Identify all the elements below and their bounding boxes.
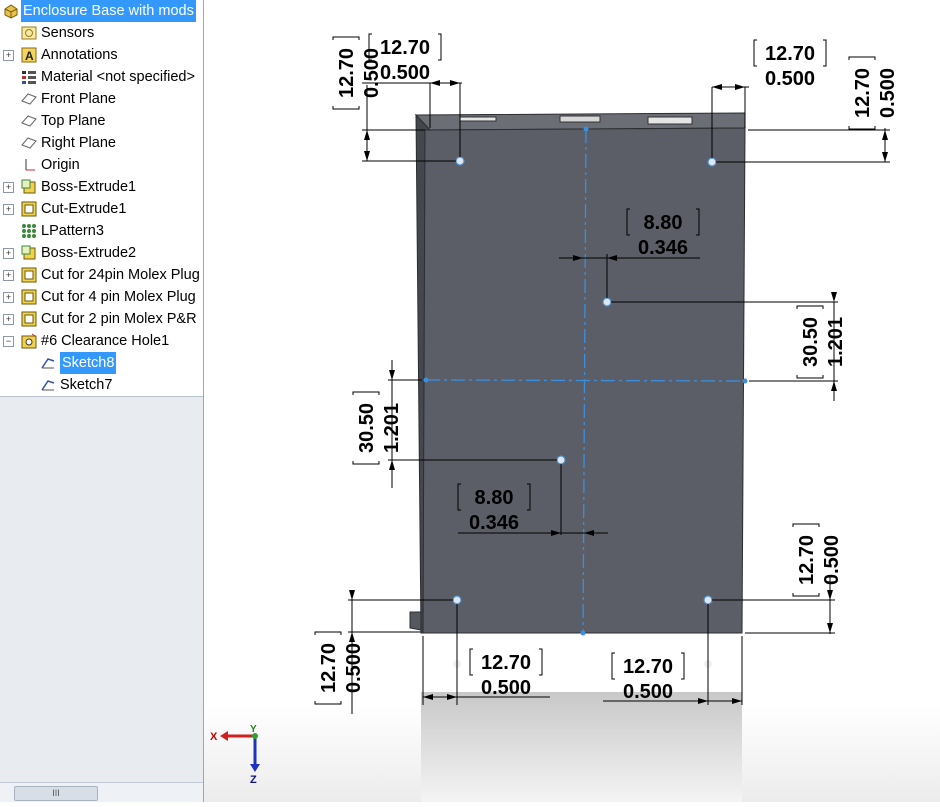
feature-manager-tree: Enclosure Base with mods Sensors + A Annota… (0, 0, 204, 802)
triad-y-label: Y (250, 724, 257, 735)
tree-item-label: Cut for 4 pin Molex Plug (41, 289, 196, 305)
dimension-d7[interactable]: 30.50 1.201 (352, 391, 403, 465)
cut-extrude-icon (21, 289, 37, 305)
plane-icon (21, 113, 37, 129)
tree-item-label: LPattern3 (41, 223, 104, 239)
tree-item-label: Annotations (41, 47, 118, 63)
cad-drawing: 12.70 0.50012.700.50012.700.500 12.70 0.500… (314, 33, 899, 802)
svg-text:A: A (25, 49, 34, 63)
dimension-mm-value: 12.70 (481, 652, 531, 674)
hole-upper-center (602, 297, 612, 307)
sketch-icon (40, 355, 56, 371)
tree-item-label: Origin (41, 157, 80, 173)
dimension-mm-value: 30.50 (800, 317, 822, 367)
dimension-inch-value: 1.201 (381, 403, 403, 453)
material-icon (21, 69, 37, 85)
collapse-toggle-icon[interactable]: − (3, 336, 14, 347)
tree-item-label: Sensors (41, 25, 95, 41)
dimension-mm-value: 12.70 (623, 656, 673, 678)
horizontal-scrollbar[interactable]: III (0, 782, 203, 802)
tree-item-label: Right Plane (41, 135, 116, 151)
expand-toggle-icon[interactable]: + (3, 204, 14, 215)
dimension-inch-value: 0.500 (765, 68, 815, 90)
expand-toggle-icon[interactable]: + (3, 292, 14, 303)
sensors-icon (21, 25, 37, 41)
cut-extrude-icon (21, 201, 37, 217)
dimension-d11[interactable]: 12.70 0.500 (469, 648, 543, 699)
triad-z-label: Z (250, 774, 257, 786)
dimension-inch-value: 0.346 (638, 237, 688, 259)
tree-root-label: Enclosure Base with mods (21, 0, 196, 22)
tree-item-label: Sketch8 (60, 352, 117, 374)
dimension-inch-value: 0.346 (469, 512, 519, 534)
dimension-mm-value: 8.80 (475, 487, 514, 509)
dimension-inch-value: 1.201 (825, 317, 847, 367)
linear-pattern-icon (21, 223, 37, 239)
dimension-mm-value: 12.70 (336, 48, 358, 98)
tree-item-label: Boss-Extrude1 (41, 179, 137, 195)
cut-extrude-icon (21, 267, 37, 283)
dimension-mm-value: 30.50 (356, 403, 378, 453)
dimension-d9[interactable]: 12.70 0.500 (792, 523, 843, 597)
part-icon (3, 3, 19, 19)
boss-extrude-icon (21, 245, 37, 261)
tree-empty-area (0, 396, 203, 802)
enclosure-part[interactable] (409, 112, 746, 634)
hole-wizard-icon (21, 333, 37, 349)
hole-top-left (455, 156, 465, 166)
dimension-d1[interactable]: 12.70 0.500 (332, 36, 383, 110)
plane-icon (21, 135, 37, 151)
plane-icon (21, 91, 37, 107)
dimension-inch-value: 0.500 (481, 677, 531, 699)
cut-extrude-icon (21, 311, 37, 327)
dimension-inch-value: 0.500 (821, 535, 843, 585)
tree-item-label: Sketch7 (60, 377, 113, 393)
dimension-inch-value: 0.500 (343, 643, 365, 693)
tree-item-label: Cut for 2 pin Molex P&R (41, 311, 197, 327)
dimension-mm-value: 8.80 (644, 212, 683, 234)
expand-toggle-icon[interactable]: + (3, 182, 14, 193)
coordinate-triad: X Y Z (210, 724, 260, 786)
hole-lower-center (556, 455, 566, 465)
graphics-area[interactable]: 12.70 0.500 12.70 0.500 12.70 0.500 12.70 0.500… (204, 0, 940, 802)
tree-item-label: Cut-Extrude1 (41, 201, 127, 217)
hole-bottom-left (452, 595, 462, 605)
annotations-icon: A (21, 47, 37, 63)
dimension-mm-value: 12.70 (796, 535, 818, 585)
boss-extrude-icon (21, 179, 37, 195)
origin-icon (21, 157, 37, 173)
tree-item-label: Top Plane (41, 113, 106, 129)
dimension-inch-value: 0.500 (380, 62, 430, 84)
expand-toggle-icon[interactable]: + (3, 314, 14, 325)
sketch-icon (40, 377, 56, 393)
dimension-d3[interactable]: 12.70 0.500 (753, 39, 827, 90)
dimension-mm-value: 12.70 (380, 37, 430, 59)
dimension-d6[interactable]: 30.50 1.201 (796, 305, 847, 379)
dimension-inch-value: 0.500 (877, 68, 899, 118)
tree-item-label: Boss-Extrude2 (41, 245, 137, 261)
dimension-inch-value: 0.500 (623, 681, 673, 703)
dimension-d4[interactable]: 12.70 0.500 (848, 56, 899, 130)
tree-item-label: Cut for 24pin Molex Plug (41, 267, 200, 283)
expand-toggle-icon[interactable]: + (3, 270, 14, 281)
hole-bottom-right (703, 595, 713, 605)
dimension-mm-value: 12.70 (852, 68, 874, 118)
expand-toggle-icon[interactable]: + (3, 248, 14, 259)
tree-item-label: Front Plane (41, 91, 116, 107)
dimension-mm-value: 12.70 (765, 43, 815, 65)
scrollbar-thumb[interactable]: III (14, 786, 98, 801)
triad-x-label: X (210, 731, 218, 743)
tree-item-label: #6 Clearance Hole1 (41, 333, 170, 349)
floor-reflection (421, 692, 742, 802)
dimension-d10[interactable]: 12.70 0.500 (314, 631, 365, 705)
dimension-mm-value: 12.70 (318, 643, 340, 693)
hole-top-right (707, 157, 717, 167)
expand-toggle-icon[interactable]: + (3, 50, 14, 61)
tree-item-label: Material <not specified> (41, 69, 195, 85)
